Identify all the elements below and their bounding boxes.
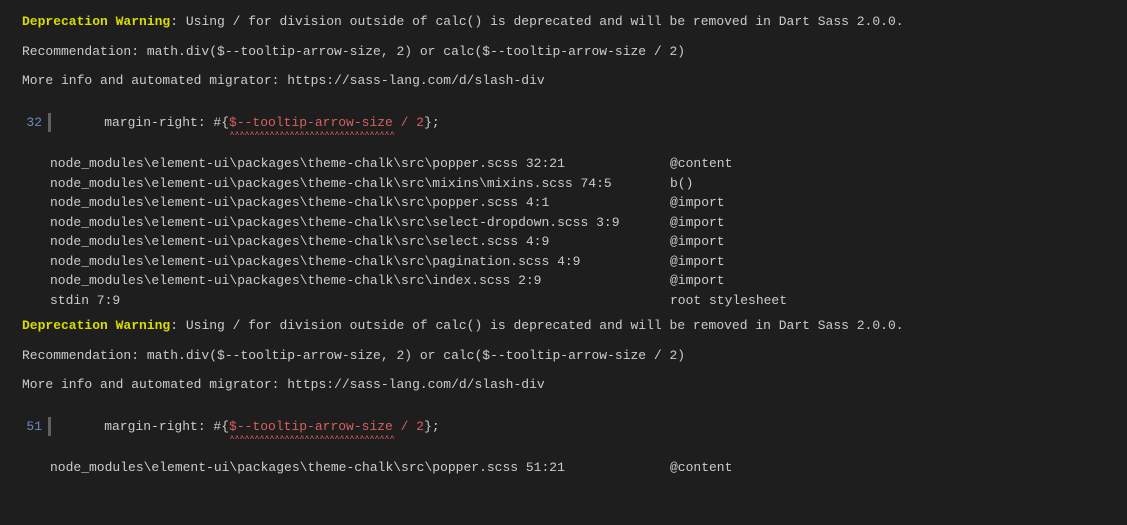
trace-path: node_modules\element-ui\packages\theme-c… — [50, 271, 670, 291]
warning-header: Deprecation Warning: Using / for divisio… — [0, 12, 1127, 32]
trace-path: stdin 7:9 — [50, 291, 670, 311]
trace-path: node_modules\element-ui\packages\theme-c… — [50, 252, 670, 272]
spacer — [0, 336, 1127, 346]
terminal-output[interactable]: Deprecation Warning: Using / for divisio… — [0, 12, 1127, 478]
code-highlight: $--tooltip-arrow-size / 2^^^^^^^^^^^^^^^… — [229, 113, 424, 133]
trace-row: node_modules\element-ui\packages\theme-c… — [50, 213, 1127, 233]
trace-row: stdin 7:9root stylesheet — [50, 291, 1127, 311]
line-number: 51 — [22, 417, 48, 437]
trace-path: node_modules\element-ui\packages\theme-c… — [50, 458, 670, 478]
gutter-border — [48, 113, 51, 133]
warning-block: Deprecation Warning: Using / for divisio… — [0, 12, 1127, 310]
trace-path: node_modules\element-ui\packages\theme-c… — [50, 154, 670, 174]
warning-message: : Using / for division outside of calc()… — [170, 14, 903, 29]
trace-path: node_modules\element-ui\packages\theme-c… — [50, 193, 670, 213]
trace-context: @content — [670, 458, 732, 478]
squiggle-underline: ^^^^^^^^^^^^^^^^^^^^^^^^^^^^^^^^^ — [229, 433, 424, 439]
warning-label: Deprecation Warning — [22, 318, 170, 333]
spacer — [0, 365, 1127, 375]
recommendation-line: Recommendation: math.div($--tooltip-arro… — [0, 42, 1127, 62]
trace-context: @import — [670, 213, 725, 233]
code-suffix: }; — [424, 419, 440, 434]
warning-block: Deprecation Warning: Using / for divisio… — [0, 316, 1127, 478]
code-snippet: 32 margin-right: #{$--tooltip-arrow-size… — [22, 113, 1127, 133]
spacer — [0, 61, 1127, 71]
trace-row: node_modules\element-ui\packages\theme-c… — [50, 232, 1127, 252]
trace-row: node_modules\element-ui\packages\theme-c… — [50, 193, 1127, 213]
trace-context: @import — [670, 271, 725, 291]
stack-trace: node_modules\element-ui\packages\theme-c… — [0, 154, 1127, 310]
warning-message: : Using / for division outside of calc()… — [170, 318, 903, 333]
trace-path: node_modules\element-ui\packages\theme-c… — [50, 174, 670, 194]
spacer — [0, 395, 1127, 405]
code-highlight-text: $--tooltip-arrow-size / 2 — [229, 115, 424, 130]
code-line: margin-right: #{$--tooltip-arrow-size / … — [73, 417, 440, 437]
trace-path: node_modules\element-ui\packages\theme-c… — [50, 213, 670, 233]
code-suffix: }; — [424, 115, 440, 130]
trace-context: @import — [670, 193, 725, 213]
trace-path: node_modules\element-ui\packages\theme-c… — [50, 232, 670, 252]
code-highlight: $--tooltip-arrow-size / 2^^^^^^^^^^^^^^^… — [229, 417, 424, 437]
warning-header: Deprecation Warning: Using / for divisio… — [0, 316, 1127, 336]
trace-row: node_modules\element-ui\packages\theme-c… — [50, 458, 1127, 478]
code-snippet: 51 margin-right: #{$--tooltip-arrow-size… — [22, 417, 1127, 437]
gutter-border — [48, 417, 51, 437]
trace-context: root stylesheet — [670, 291, 787, 311]
code-prefix: margin-right: #{ — [73, 419, 229, 434]
spacer — [0, 32, 1127, 42]
trace-row: node_modules\element-ui\packages\theme-c… — [50, 154, 1127, 174]
warning-label: Deprecation Warning — [22, 14, 170, 29]
recommendation-line: Recommendation: math.div($--tooltip-arro… — [0, 346, 1127, 366]
spacer — [0, 144, 1127, 154]
trace-row: node_modules\element-ui\packages\theme-c… — [50, 174, 1127, 194]
spacer — [0, 91, 1127, 101]
code-highlight-text: $--tooltip-arrow-size / 2 — [229, 419, 424, 434]
stack-trace: node_modules\element-ui\packages\theme-c… — [0, 458, 1127, 478]
trace-row: node_modules\element-ui\packages\theme-c… — [50, 271, 1127, 291]
spacer — [0, 448, 1127, 458]
trace-context: @content — [670, 154, 732, 174]
line-number: 32 — [22, 113, 48, 133]
trace-row: node_modules\element-ui\packages\theme-c… — [50, 252, 1127, 272]
more-info-line: More info and automated migrator: https:… — [0, 375, 1127, 395]
trace-context: @import — [670, 232, 725, 252]
squiggle-underline: ^^^^^^^^^^^^^^^^^^^^^^^^^^^^^^^^^ — [229, 129, 424, 135]
trace-context: @import — [670, 252, 725, 272]
code-line: margin-right: #{$--tooltip-arrow-size / … — [73, 113, 440, 133]
trace-context: b() — [670, 174, 693, 194]
code-prefix: margin-right: #{ — [73, 115, 229, 130]
more-info-line: More info and automated migrator: https:… — [0, 71, 1127, 91]
